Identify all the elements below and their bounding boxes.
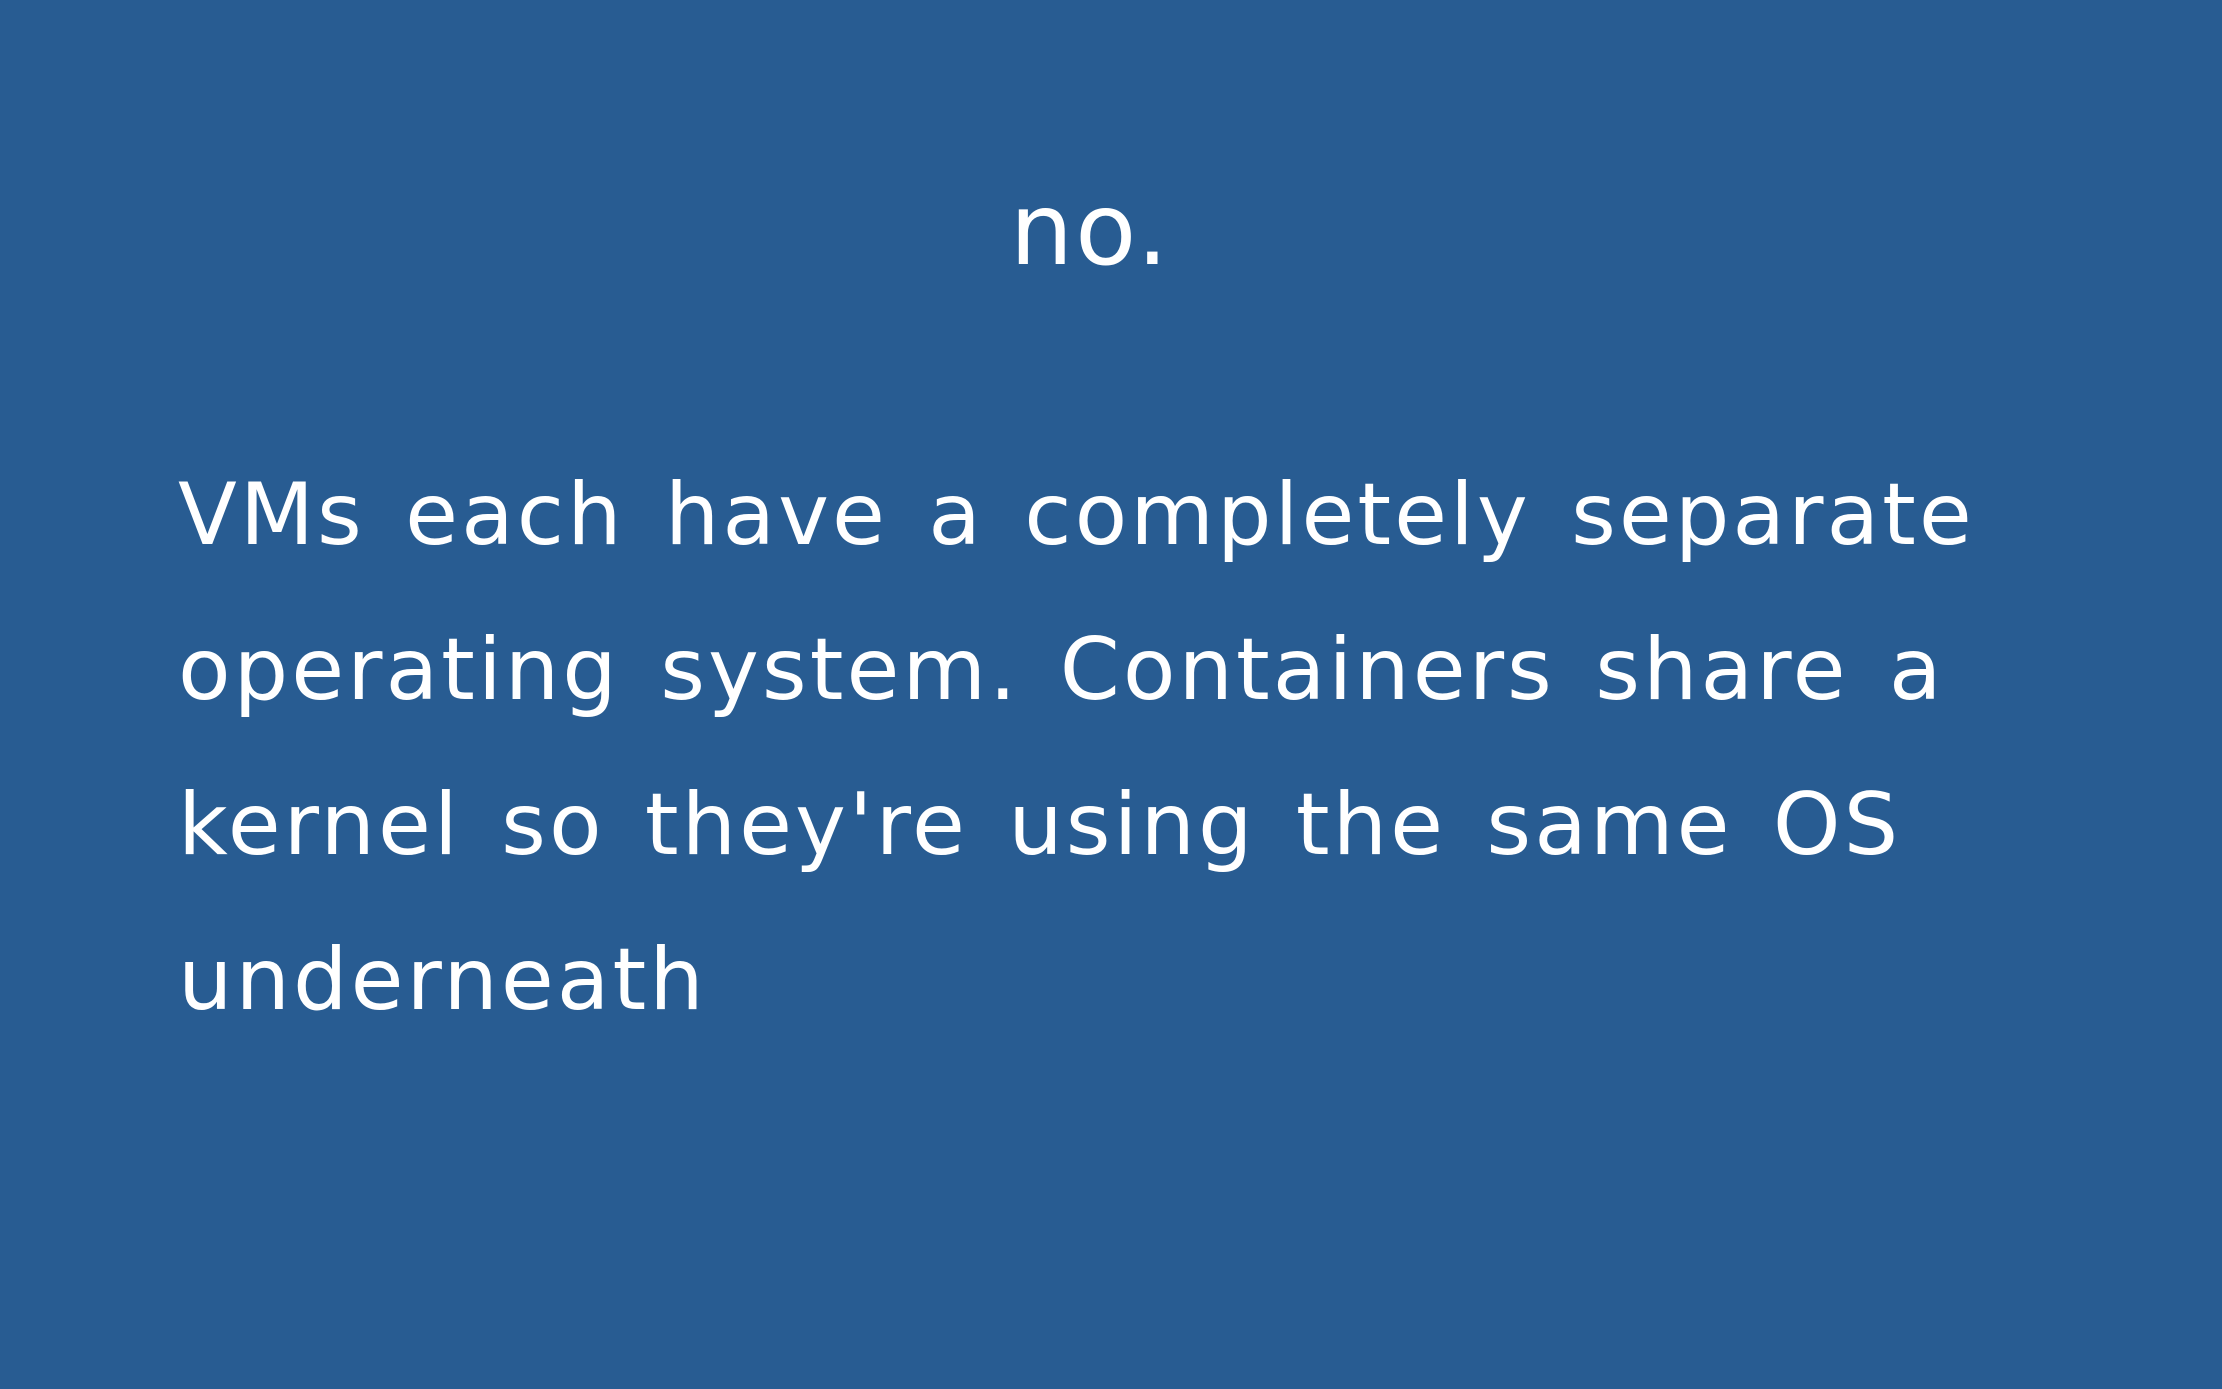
slide: no. VMs each have a completely separate … <box>0 0 2222 1389</box>
slide-body-text: VMs each have a completely separate oper… <box>178 465 1975 1030</box>
slide-heading: no. <box>1009 171 1171 288</box>
